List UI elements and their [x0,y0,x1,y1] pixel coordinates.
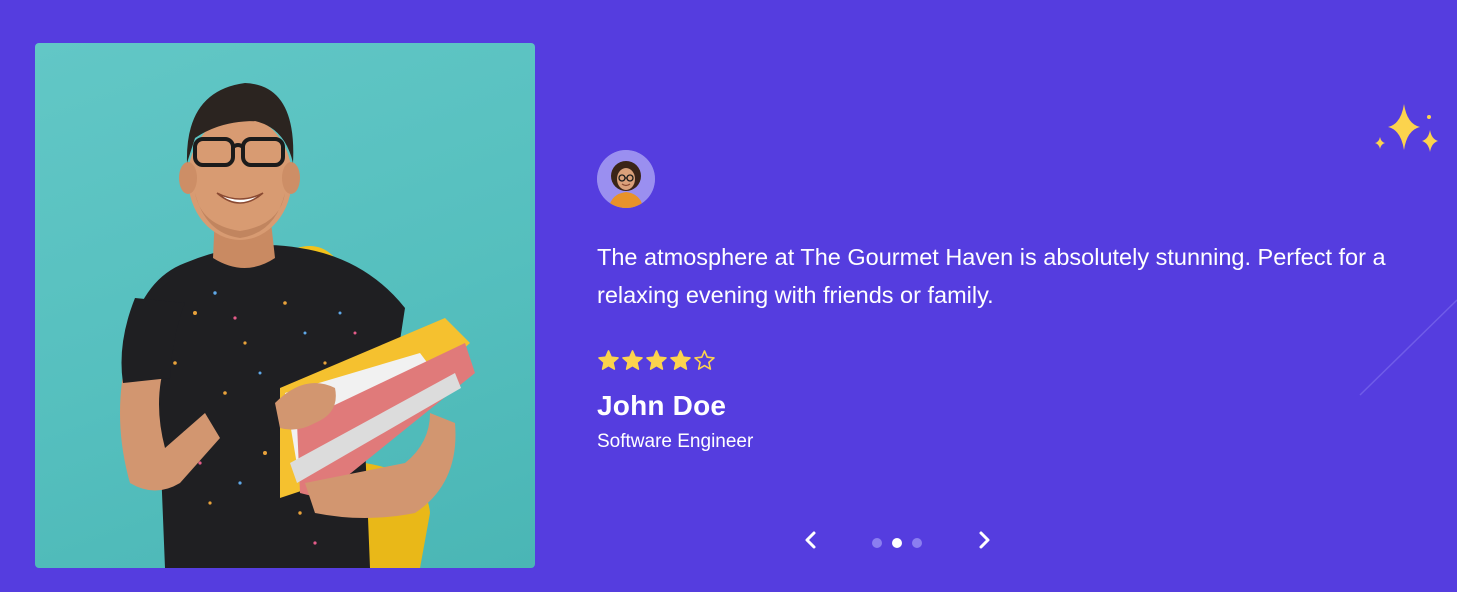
star-filled-icon [646,350,667,370]
author-role: Software Engineer [597,431,754,452]
star-outline-icon [694,350,715,370]
student-photo-illustration [120,83,475,568]
sparkle-icon [1375,104,1438,152]
star-rating [597,349,716,372]
testimonial-quote: The atmosphere at The Gourmet Haven is a… [597,244,1386,308]
chevron-left-icon [805,531,816,549]
reviewer-avatar-image [597,150,655,208]
avatar [597,150,655,208]
decorative-line [1359,299,1457,396]
pagination-dot[interactable] [872,538,882,548]
star-filled-icon [598,350,619,370]
star-filled-icon [670,350,691,370]
star-filled-icon [622,350,643,370]
previous-slide-button[interactable] [798,527,824,553]
next-slide-button[interactable] [971,527,997,553]
testimonial-photo [35,43,535,568]
chevron-right-icon [979,531,990,549]
carousel-pagination [872,538,922,548]
pagination-dot[interactable] [912,538,922,548]
author-name: John Doe [597,390,727,421]
pagination-dot[interactable] [892,538,902,548]
